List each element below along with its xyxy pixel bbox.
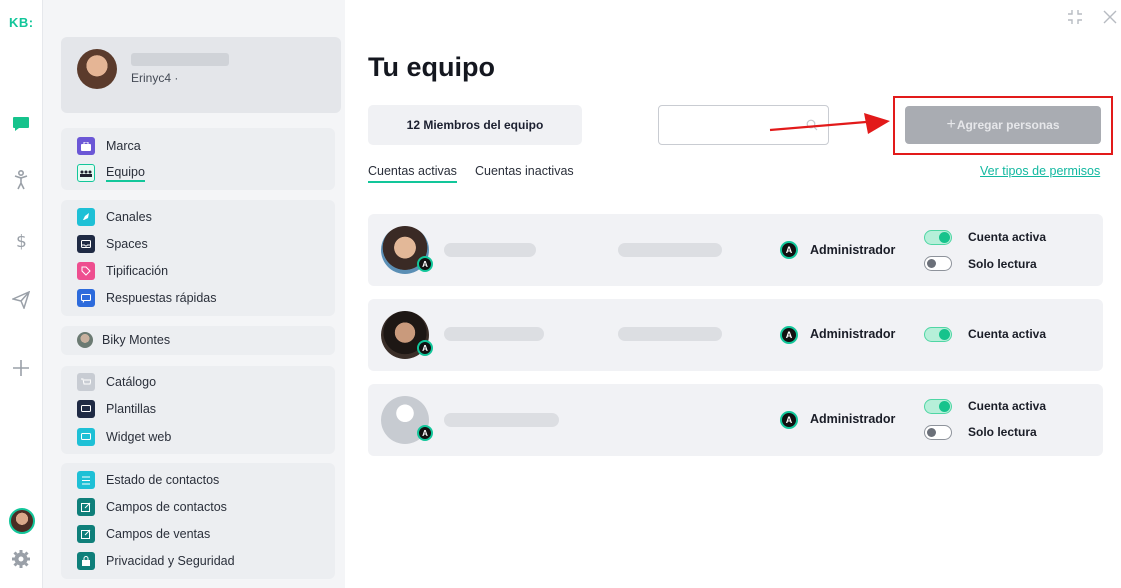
sidebar-item-label: Biky Montes	[102, 333, 171, 347]
sidebar-item-canales[interactable]: Canales	[77, 207, 152, 227]
app-logo: KB:	[9, 15, 34, 30]
list-icon	[77, 471, 95, 489]
sidebar-item-campos-contactos[interactable]: Campos de contactos	[77, 497, 227, 517]
member-name-redacted	[444, 327, 544, 341]
profile-avatar	[77, 49, 117, 89]
template-icon	[77, 400, 95, 418]
svg-text:$: $	[16, 232, 27, 251]
sidebar-item-label: Equipo	[106, 165, 145, 182]
sidebar-group-bot: Biky Montes	[61, 326, 335, 355]
member-row[interactable]: A A Administrador Cuenta activa	[368, 299, 1103, 371]
profile-card[interactable]: Erinyc4 ·	[61, 37, 341, 113]
bot-avatar	[77, 332, 93, 348]
active-toggle-label: Cuenta activa	[968, 327, 1047, 341]
member-email-redacted	[618, 243, 722, 257]
sidebar-item-estado-contactos[interactable]: Estado de contactos	[77, 470, 219, 490]
inbox-icon	[77, 235, 95, 253]
member-name-redacted	[444, 413, 559, 427]
member-row[interactable]: A A Administrador Cuenta activa Solo lec…	[368, 384, 1103, 456]
member-name-redacted	[444, 243, 536, 257]
active-toggle[interactable]	[924, 230, 952, 245]
sidebar-item-label: Respuestas rápidas	[106, 291, 217, 305]
sidebar-item-equipo[interactable]: Equipo	[77, 163, 145, 183]
permissions-link[interactable]: Ver tipos de permisos	[980, 164, 1100, 178]
sidebar-item-tipificacion[interactable]: Tipificación	[77, 261, 168, 281]
lock-icon	[77, 552, 95, 570]
sidebar-item-spaces[interactable]: Spaces	[77, 234, 148, 254]
sidebar-item-label: Campos de ventas	[106, 527, 211, 541]
settings-sidebar: Erinyc4 · Marca Equipo Canales Spaces Ti…	[43, 0, 345, 588]
person-icon[interactable]	[11, 170, 31, 190]
members-count: 12 Miembros del equipo	[368, 105, 582, 145]
sidebar-item-label: Privacidad y Seguridad	[106, 554, 235, 568]
sidebar-item-respuestas-rapidas[interactable]: Respuestas rápidas	[77, 288, 216, 308]
member-role: Administrador	[810, 243, 896, 257]
annotation-highlight	[893, 96, 1113, 155]
sidebar-item-privacidad[interactable]: Privacidad y Seguridad	[77, 551, 235, 571]
sidebar-item-label: Catálogo	[106, 375, 157, 389]
sidebar-group-channels: Canales Spaces Tipificación Respuestas r…	[61, 200, 335, 316]
plus-icon[interactable]	[11, 358, 31, 378]
sidebar-item-campos-ventas[interactable]: Campos de ventas	[77, 524, 210, 544]
sidebar-item-label: Widget web	[106, 430, 172, 444]
sidebar-group-catalog: Catálogo Plantillas Widget web	[61, 366, 335, 454]
profile-name-redacted	[131, 53, 229, 66]
minimize-icon[interactable]	[1067, 9, 1083, 30]
sidebar-item-label: Tipificación	[106, 264, 169, 278]
active-toggle-label: Cuenta activa	[968, 230, 1047, 244]
sidebar-item-label: Estado de contactos	[106, 473, 220, 487]
user-avatar[interactable]	[9, 508, 35, 534]
member-role: Administrador	[810, 327, 896, 341]
active-toggle[interactable]	[924, 327, 952, 342]
sidebar-item-marca[interactable]: Marca	[77, 136, 141, 156]
dollar-icon[interactable]: $	[11, 231, 31, 251]
sidebar-item-label: Campos de contactos	[106, 500, 227, 514]
sidebar-group-contacts: Estado de contactos Campos de contactos …	[61, 463, 335, 579]
sidebar-item-widget-web[interactable]: Widget web	[77, 427, 171, 447]
chat-icon[interactable]	[11, 114, 31, 134]
rocket-icon	[77, 208, 95, 226]
readonly-toggle-label: Solo lectura	[968, 257, 1037, 271]
readonly-toggle[interactable]	[924, 425, 952, 440]
member-badge: A	[417, 425, 433, 441]
sidebar-item-label: Marca	[106, 139, 141, 153]
member-role: Administrador	[810, 412, 896, 426]
sidebar-item-bot[interactable]: Biky Montes	[77, 330, 170, 350]
quick-reply-icon	[77, 289, 95, 307]
profile-username: Erinyc4 ·	[131, 71, 179, 85]
page-title: Tu equipo	[368, 52, 495, 82]
member-badge: A	[417, 340, 433, 356]
briefcase-icon	[77, 137, 95, 155]
readonly-toggle-label: Solo lectura	[968, 425, 1037, 439]
sidebar-item-label: Plantillas	[106, 402, 157, 416]
sidebar-item-catalogo[interactable]: Catálogo	[77, 372, 156, 392]
member-row[interactable]: A A Administrador Cuenta activa Solo lec…	[368, 214, 1103, 286]
role-badge: A	[780, 241, 798, 259]
gear-icon[interactable]	[11, 549, 31, 569]
app-rail: KB: $	[0, 0, 42, 588]
active-toggle[interactable]	[924, 399, 952, 414]
team-icon	[77, 164, 95, 182]
annotation-arrow	[769, 113, 890, 134]
sidebar-item-label: Canales	[106, 210, 152, 224]
tag-icon	[77, 262, 95, 280]
role-badge: A	[780, 326, 798, 344]
edit-icon	[77, 498, 95, 516]
tab-inactive-accounts[interactable]: Cuentas inactivas	[475, 164, 574, 178]
member-badge: A	[417, 256, 433, 272]
edit-icon	[77, 525, 95, 543]
close-icon[interactable]	[1102, 9, 1118, 30]
member-email-redacted	[618, 327, 722, 341]
sidebar-item-label: Spaces	[106, 237, 148, 251]
send-icon[interactable]	[11, 290, 31, 310]
chat-widget-icon	[77, 428, 95, 446]
sidebar-item-plantillas[interactable]: Plantillas	[77, 399, 156, 419]
role-badge: A	[780, 411, 798, 429]
tab-active-accounts[interactable]: Cuentas activas	[368, 164, 457, 183]
sidebar-group-brand: Marca Equipo	[61, 128, 335, 190]
readonly-toggle[interactable]	[924, 256, 952, 271]
cart-icon	[77, 373, 95, 391]
active-toggle-label: Cuenta activa	[968, 399, 1047, 413]
